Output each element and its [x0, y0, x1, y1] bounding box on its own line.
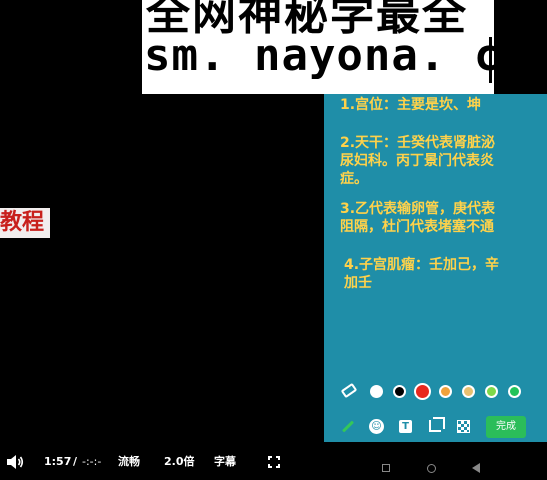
color-swatch-black[interactable]	[393, 385, 406, 398]
pen-icon[interactable]	[341, 420, 355, 433]
color-swatch-orange[interactable]	[439, 385, 452, 398]
note-line: 2.天干：壬癸代表肾脏泌	[340, 135, 496, 151]
fullscreen-icon[interactable]	[268, 456, 280, 468]
crop-icon[interactable]	[429, 417, 445, 432]
recent-apps-icon[interactable]	[382, 464, 390, 472]
volume-icon[interactable]	[6, 454, 24, 470]
note-line: 阻隔，杜门代表堵塞不通	[340, 219, 494, 235]
color-swatch-red[interactable]	[414, 383, 431, 400]
time-separator: /	[73, 455, 78, 468]
color-swatch-white[interactable]	[370, 385, 383, 398]
mosaic-icon[interactable]	[457, 420, 470, 433]
note-line: 3.乙代表输卵管，庚代表	[340, 201, 496, 217]
color-swatch-tan[interactable]	[462, 385, 475, 398]
subtitle-button[interactable]: 字幕	[214, 455, 236, 469]
edit-toolbar: ☺ T 完成	[324, 412, 547, 442]
quality-button[interactable]: 流畅	[118, 455, 140, 469]
time-current: 1:57	[44, 455, 72, 468]
time-total: -:-:-	[82, 455, 102, 468]
color-swatch-light-green[interactable]	[485, 385, 498, 398]
note-line: 4.子宫肌瘤：壬加己，辛	[344, 257, 500, 273]
player-control-bar: 1:57 / -:-:- 流畅 2.0倍 字幕	[0, 442, 324, 480]
color-swatch-green[interactable]	[508, 385, 521, 398]
text-caret	[489, 37, 492, 83]
emoji-icon[interactable]: ☺	[369, 419, 384, 434]
note-line: 加壬	[344, 275, 372, 291]
note-line: 症。	[340, 171, 368, 187]
home-icon[interactable]	[427, 464, 436, 473]
watermark-banner: 全网神秘学最全 sm. nayona. cn	[142, 0, 494, 94]
done-button[interactable]: 完成	[486, 416, 526, 438]
note-line: 1.宫位：主要是坎、坤	[340, 97, 482, 113]
back-icon[interactable]	[472, 463, 480, 473]
watermark-url: sm. nayona. cn	[144, 30, 494, 81]
note-line: 尿妇科。丙丁景门代表炎	[340, 153, 494, 169]
speed-button[interactable]: 2.0倍	[164, 455, 195, 469]
text-tool-icon[interactable]: T	[399, 420, 412, 433]
side-label: 教程	[0, 210, 45, 235]
android-nav-bar	[324, 442, 547, 480]
